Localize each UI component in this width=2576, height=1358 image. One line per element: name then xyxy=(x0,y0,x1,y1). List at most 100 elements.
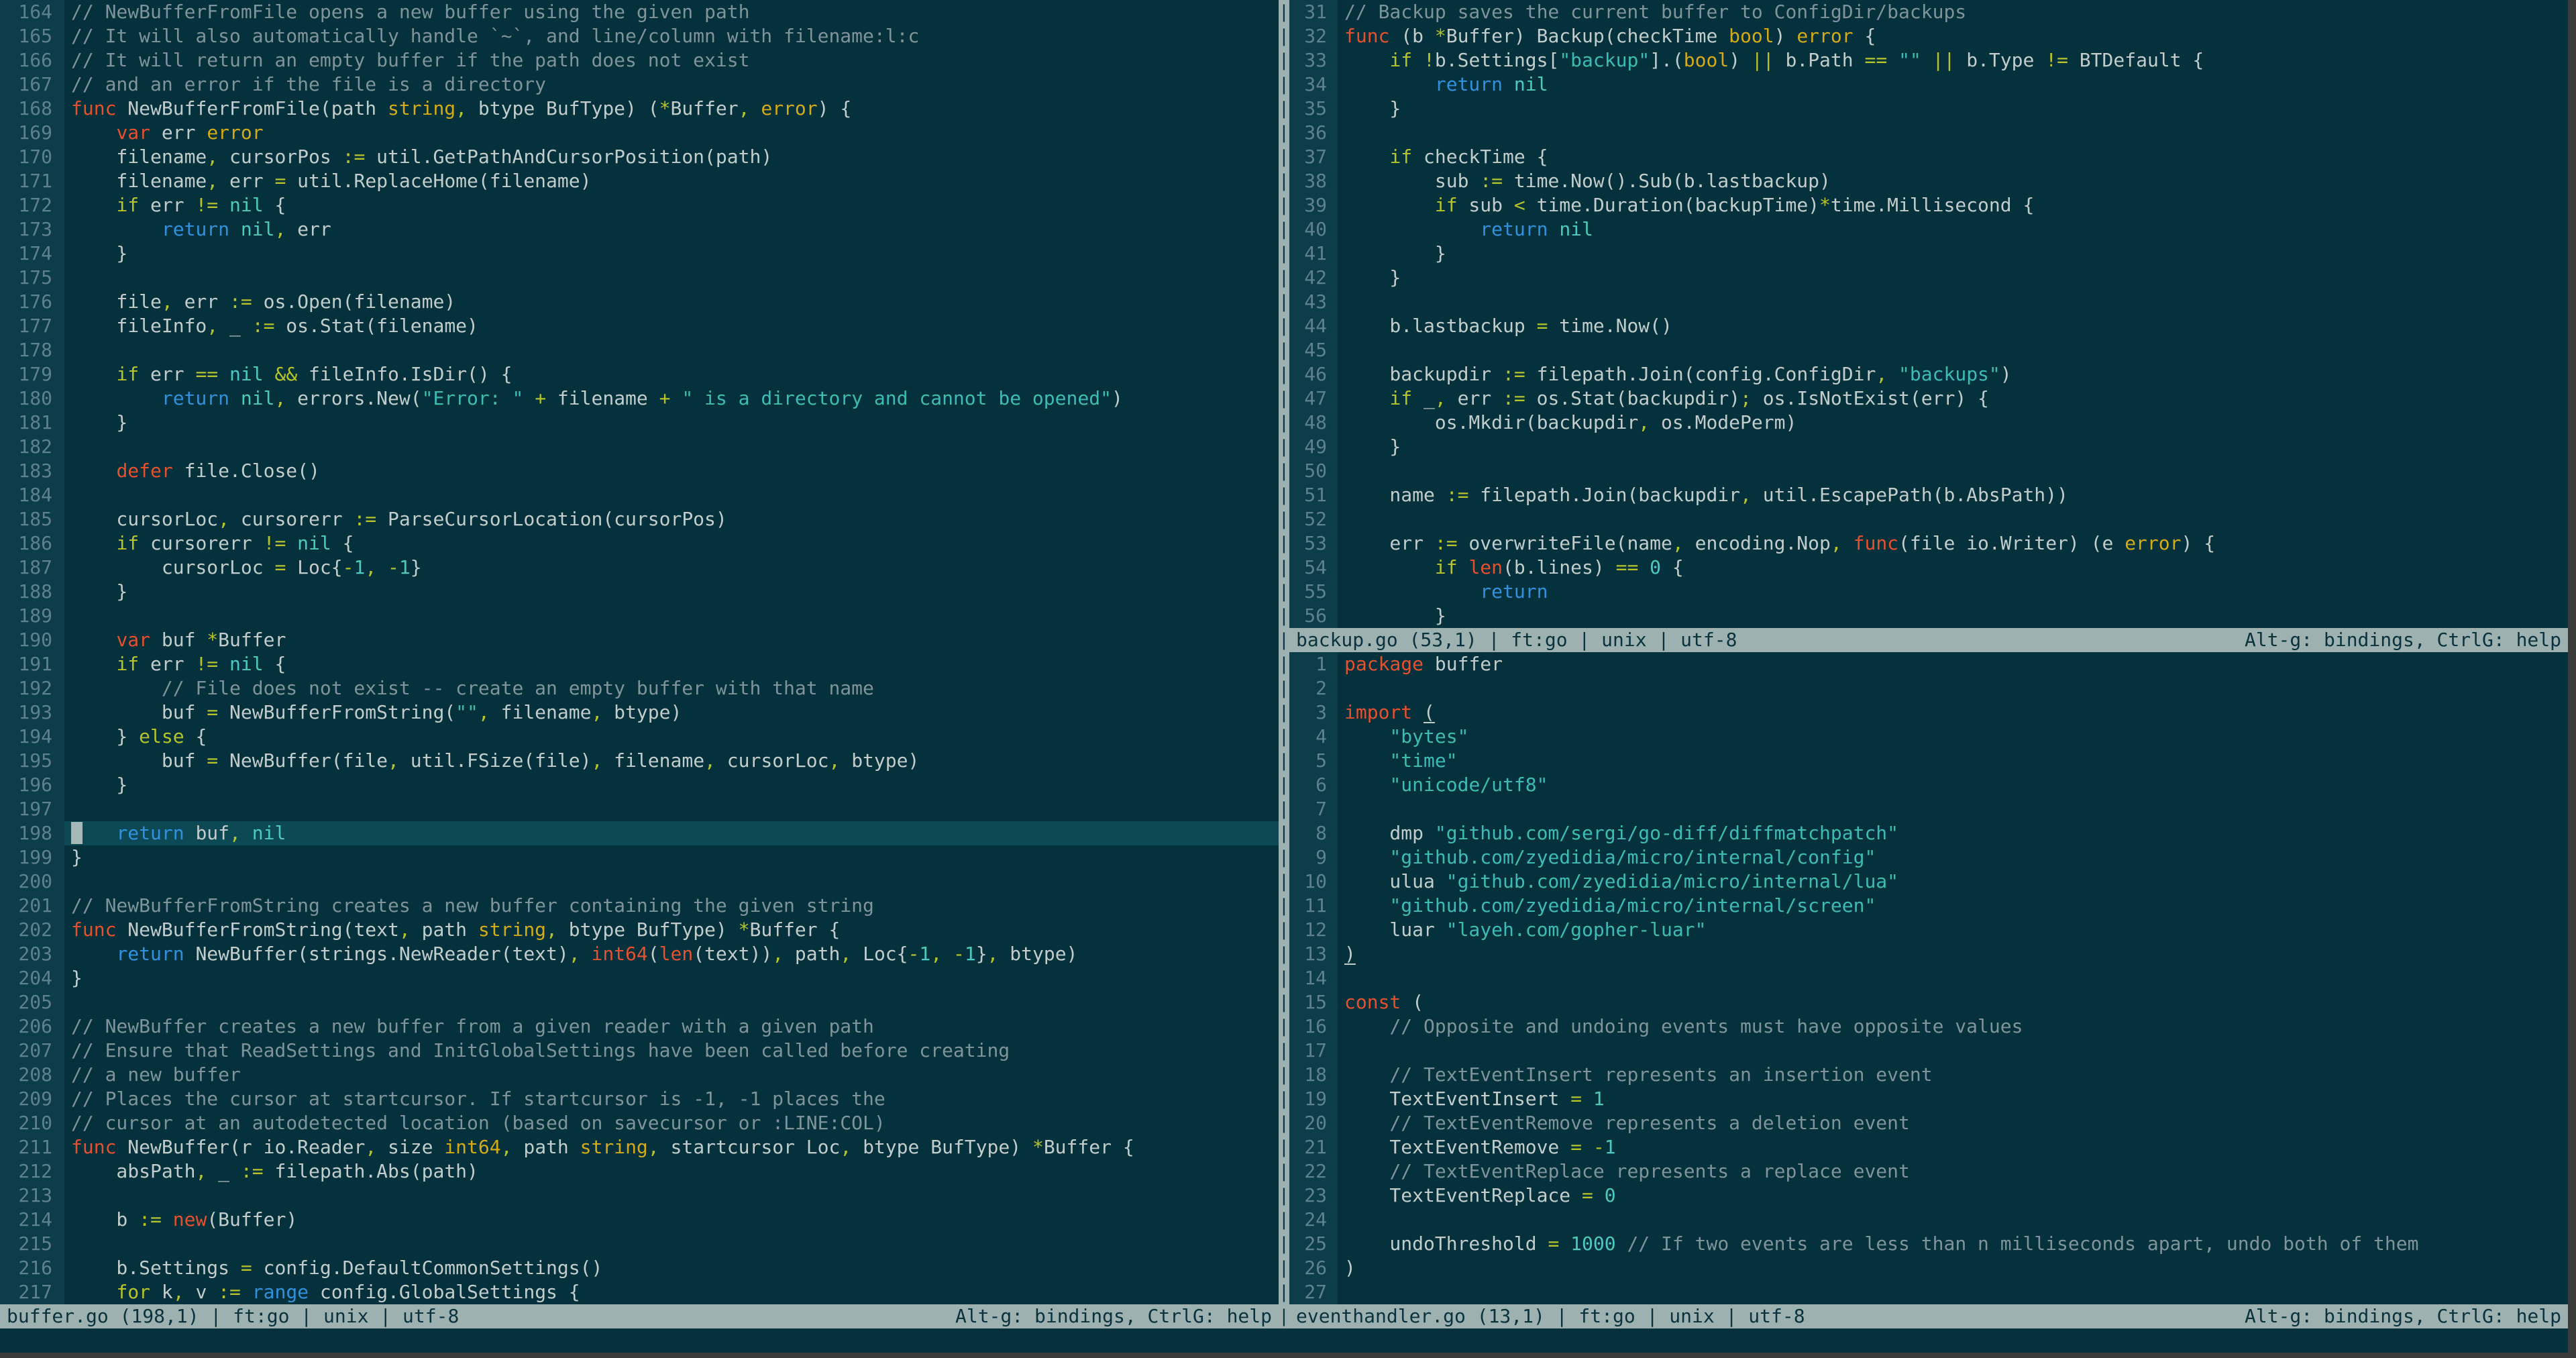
code-text[interactable]: for k, v := range config.GlobalSettings … xyxy=(64,1280,1279,1304)
code-text[interactable] xyxy=(1338,1039,2568,1063)
code-line[interactable]: 178 xyxy=(0,338,1279,362)
code-text[interactable]: // and an error if the file is a directo… xyxy=(64,72,1279,97)
code-text[interactable]: luar "layeh.com/gopher-luar" xyxy=(1338,918,2568,942)
code-text[interactable]: // cursor at an autodetected location (b… xyxy=(64,1111,1279,1135)
code-line[interactable]: 25 undoThreshold = 1000 // If two events… xyxy=(1289,1232,2568,1256)
code-text[interactable] xyxy=(1338,121,2568,145)
code-line[interactable]: 1 package buffer xyxy=(1289,652,2568,676)
code-text[interactable] xyxy=(64,266,1279,290)
code-text[interactable] xyxy=(64,1184,1279,1208)
code-line[interactable]: 207// Ensure that ReadSettings and InitG… xyxy=(0,1039,1279,1063)
code-line[interactable]: 196 } xyxy=(0,773,1279,797)
code-line[interactable]: 203 return NewBuffer(strings.NewReader(t… xyxy=(0,942,1279,966)
code-line[interactable]: 51 name := filepath.Join(backupdir, util… xyxy=(1289,483,2568,507)
code-text[interactable]: func (b *Buffer) Backup(checkTime bool) … xyxy=(1338,24,2568,48)
code-text[interactable]: } xyxy=(1338,266,2568,290)
code-text[interactable]: dmp "github.com/sergi/go-diff/diffmatchp… xyxy=(1338,821,2568,845)
code-text[interactable]: "bytes" xyxy=(1338,725,2568,749)
code-text[interactable]: var buf *Buffer xyxy=(64,628,1279,652)
code-line[interactable]: 8 dmp "github.com/sergi/go-diff/diffmatc… xyxy=(1289,821,2568,845)
code-line[interactable]: 212 absPath, _ := filepath.Abs(path) xyxy=(0,1159,1279,1184)
code-text[interactable] xyxy=(64,604,1279,628)
code-text[interactable]: package buffer xyxy=(1338,652,2568,676)
code-line[interactable]: 49 } xyxy=(1289,435,2568,459)
code-text[interactable]: } xyxy=(64,580,1279,604)
code-line[interactable]: 26) xyxy=(1289,1256,2568,1280)
code-text[interactable]: func NewBufferFromFile(path string, btyp… xyxy=(64,97,1279,121)
code-line[interactable]: 2 xyxy=(1289,676,2568,700)
code-text[interactable]: return xyxy=(1338,580,2568,604)
code-text[interactable]: filename, cursorPos := util.GetPathAndCu… xyxy=(64,145,1279,169)
code-text[interactable] xyxy=(1338,459,2568,483)
code-text[interactable]: TextEventReplace = 0 xyxy=(1338,1184,2568,1208)
code-text[interactable] xyxy=(64,990,1279,1014)
code-text[interactable] xyxy=(1338,797,2568,821)
code-text[interactable]: backupdir := filepath.Join(config.Config… xyxy=(1338,362,2568,386)
code-line[interactable]: 186 if cursorerr != nil { xyxy=(0,531,1279,556)
code-line[interactable]: 53 err := overwriteFile(name, encoding.N… xyxy=(1289,531,2568,556)
code-line[interactable]: 42 } xyxy=(1289,266,2568,290)
code-text[interactable] xyxy=(1338,676,2568,700)
code-text[interactable]: file, err := os.Open(filename) xyxy=(64,290,1279,314)
code-text[interactable]: // TextEventInsert represents an inserti… xyxy=(1338,1063,2568,1087)
code-text[interactable]: } else { xyxy=(64,725,1279,749)
code-text[interactable] xyxy=(1338,507,2568,531)
code-line[interactable]: 56 } xyxy=(1289,604,2568,628)
code-text[interactable]: ) xyxy=(1338,1256,2568,1280)
code-line[interactable]: 38 sub := time.Now().Sub(b.lastbackup) xyxy=(1289,169,2568,193)
code-line[interactable]: 194 } else { xyxy=(0,725,1279,749)
code-line[interactable]: 206// NewBuffer creates a new buffer fro… xyxy=(0,1014,1279,1039)
code-line[interactable]: 175 xyxy=(0,266,1279,290)
code-text[interactable] xyxy=(64,483,1279,507)
code-line[interactable]: 27 xyxy=(1289,1280,2568,1304)
code-line[interactable]: 23 TextEventReplace = 0 xyxy=(1289,1184,2568,1208)
code-text[interactable] xyxy=(1338,966,2568,990)
code-text[interactable]: return nil xyxy=(1338,217,2568,242)
command-line-row[interactable] xyxy=(0,1328,2568,1353)
code-line[interactable]: 197 xyxy=(0,797,1279,821)
code-line[interactable]: 22 // TextEventReplace represents a repl… xyxy=(1289,1159,2568,1184)
code-line[interactable]: 15 const ( xyxy=(1289,990,2568,1014)
code-line[interactable]: 181 } xyxy=(0,411,1279,435)
code-text[interactable]: // NewBufferFromFile opens a new buffer … xyxy=(64,0,1279,24)
code-text[interactable]: b.Settings = config.DefaultCommonSetting… xyxy=(64,1256,1279,1280)
code-text[interactable] xyxy=(64,435,1279,459)
split-divider[interactable]: | | | | | | | | | | | | | | | | | | | | | | | | | | | | | | | | | | | | | | | |… xyxy=(1279,0,1289,1328)
code-line[interactable]: 168 func NewBufferFromFile(path string, b… xyxy=(0,97,1279,121)
code-text[interactable]: if err != nil { xyxy=(64,193,1279,217)
code-text[interactable]: defer file.Close() xyxy=(64,459,1279,483)
code-text[interactable]: "time" xyxy=(1338,749,2568,773)
code-line[interactable]: 187 cursorLoc = Loc{-1, -1} xyxy=(0,556,1279,580)
code-text[interactable]: return buf, nil xyxy=(64,821,1279,845)
code-line[interactable]: 180 return nil, errors.New("Error: " + f… xyxy=(0,386,1279,411)
code-text[interactable]: return nil xyxy=(1338,72,2568,97)
code-text[interactable]: ulua "github.com/zyedidia/micro/internal… xyxy=(1338,870,2568,894)
code-text[interactable]: // It will also automatically handle `~`… xyxy=(64,24,1279,48)
code-line[interactable]: 39 if sub < time.Duration(backupTime)*ti… xyxy=(1289,193,2568,217)
code-text[interactable]: if !b.Settings["backup"].(bool) || b.Pat… xyxy=(1338,48,2568,72)
code-text[interactable]: err := overwriteFile(name, encoding.Nop,… xyxy=(1338,531,2568,556)
code-line[interactable]: 54 if len(b.lines) == 0 { xyxy=(1289,556,2568,580)
code-text[interactable]: } xyxy=(64,773,1279,797)
code-line[interactable]: 169 var err error xyxy=(0,121,1279,145)
code-line[interactable]: 12 luar "layeh.com/gopher-luar" xyxy=(1289,918,2568,942)
code-line[interactable]: 213 xyxy=(0,1184,1279,1208)
code-text[interactable]: // Places the cursor at startcursor. If … xyxy=(64,1087,1279,1111)
code-text[interactable]: var err error xyxy=(64,121,1279,145)
code-line[interactable]: 35 } xyxy=(1289,97,2568,121)
code-text[interactable]: // NewBuffer creates a new buffer from a… xyxy=(64,1014,1279,1039)
code-line[interactable]: 45 xyxy=(1289,338,2568,362)
code-text[interactable]: undoThreshold = 1000 // If two events ar… xyxy=(1338,1232,2568,1256)
code-text[interactable] xyxy=(64,797,1279,821)
code-line[interactable]: 52 xyxy=(1289,507,2568,531)
code-line[interactable]: 50 xyxy=(1289,459,2568,483)
code-line[interactable]: 208// a new buffer xyxy=(0,1063,1279,1087)
code-line[interactable]: 33 if !b.Settings["backup"].(bool) || b.… xyxy=(1289,48,2568,72)
code-line[interactable]: 9 "github.com/zyedidia/micro/internal/co… xyxy=(1289,845,2568,870)
code-line[interactable]: 171 filename, err = util.ReplaceHome(fil… xyxy=(0,169,1279,193)
code-line[interactable]: 172 if err != nil { xyxy=(0,193,1279,217)
code-line[interactable]: 20 // TextEventRemove represents a delet… xyxy=(1289,1111,2568,1135)
code-text[interactable]: // It will return an empty buffer if the… xyxy=(64,48,1279,72)
code-text[interactable] xyxy=(64,870,1279,894)
code-text[interactable] xyxy=(64,338,1279,362)
